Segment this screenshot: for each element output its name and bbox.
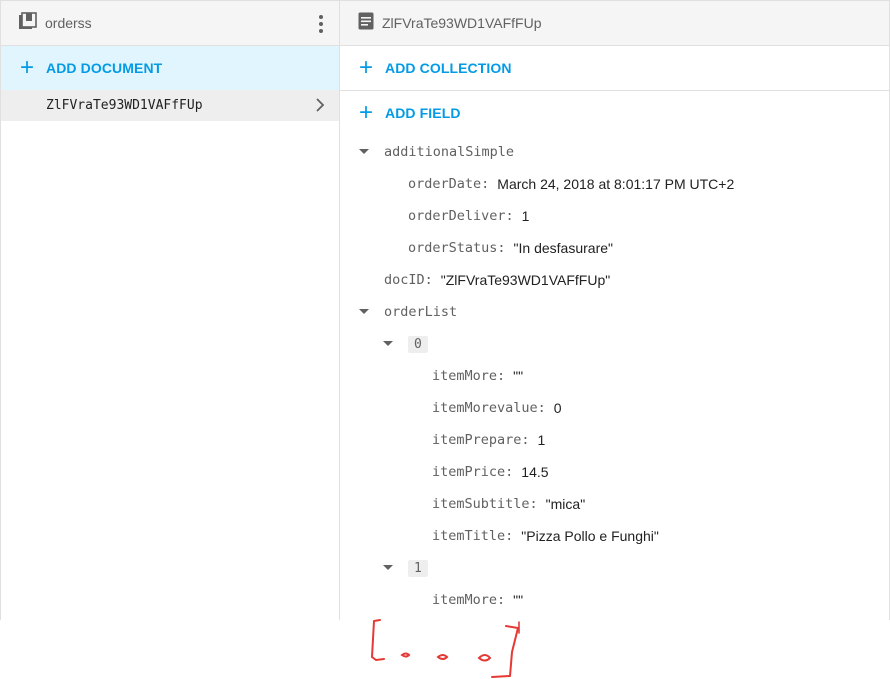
- field-value: 14.5: [521, 464, 549, 480]
- field-key: itemTitle:: [432, 528, 514, 544]
- field-value: 1: [521, 208, 530, 224]
- field-itemSubtitle[interactable]: itemSubtitle: "mica": [432, 493, 585, 515]
- more-vert-icon[interactable]: [315, 15, 327, 33]
- expand-arrow-icon[interactable]: [383, 565, 393, 570]
- field-key: orderDeliver:: [408, 208, 514, 224]
- expand-arrow-icon[interactable]: [359, 309, 369, 314]
- document-list-item[interactable]: ZlFVraTe93WD1VAFfFUp: [1, 90, 339, 121]
- field-docID[interactable]: docID: "ZlFVraTe93WD1VAFfFUp": [384, 269, 610, 291]
- collection-panel: orderss + ADD DOCUMENT ZlFVraTe93WD1VAFf…: [0, 0, 340, 620]
- field-additionalSimple[interactable]: additionalSimple: [384, 141, 514, 163]
- collection-icon: [19, 11, 37, 35]
- field-itemMore[interactable]: itemMore: "": [432, 365, 523, 387]
- field-key: orderStatus:: [408, 240, 506, 256]
- document-title: ZlFVraTe93WD1VAFfFUp: [382, 15, 542, 31]
- field-key: orderDate:: [408, 176, 490, 192]
- field-key: docID:: [384, 272, 433, 288]
- field-value: "In desfasurare": [513, 240, 613, 256]
- document-id-label: ZlFVraTe93WD1VAFfFUp: [46, 98, 203, 113]
- field-itemMore[interactable]: itemMore: "": [432, 589, 523, 611]
- field-key: itemPrice:: [432, 464, 514, 480]
- add-collection-button[interactable]: + ADD COLLECTION: [340, 46, 889, 91]
- field-orderList[interactable]: orderList: [384, 301, 457, 323]
- add-icon: +: [19, 54, 34, 81]
- field-key: itemMore:: [432, 592, 506, 608]
- field-value: March 24, 2018 at 8:01:17 PM UTC+2: [497, 176, 735, 192]
- expand-arrow-icon[interactable]: [383, 341, 393, 346]
- field-value: "Pizza Pollo e Funghi": [521, 528, 659, 544]
- document-header: ZlFVraTe93WD1VAFfFUp: [340, 0, 889, 46]
- add-document-label: ADD DOCUMENT: [46, 60, 163, 76]
- field-itemMorevalue[interactable]: itemMorevalue: 0: [432, 397, 562, 419]
- collection-header: orderss: [1, 0, 339, 46]
- array-index-1[interactable]: 1: [408, 557, 428, 579]
- field-value: 1: [537, 432, 546, 448]
- add-icon: +: [358, 54, 373, 81]
- chevron-right-icon: [315, 98, 325, 117]
- field-key: itemMorevalue:: [432, 400, 546, 416]
- add-collection-label: ADD COLLECTION: [385, 60, 512, 76]
- field-itemTitle[interactable]: itemTitle: "Pizza Pollo e Funghi": [432, 525, 659, 547]
- field-key: itemPrepare:: [432, 432, 530, 448]
- field-orderDate[interactable]: orderDate: March 24, 2018 at 8:01:17 PM …: [408, 173, 734, 195]
- field-value: "": [513, 592, 524, 608]
- index-badge: 1: [408, 559, 428, 577]
- add-field-button[interactable]: + ADD FIELD: [340, 91, 889, 135]
- field-itemPrice[interactable]: itemPrice: 14.5: [432, 461, 549, 483]
- array-index-0[interactable]: 0: [408, 333, 428, 355]
- field-itemPrepare[interactable]: itemPrepare: 1: [432, 429, 545, 451]
- field-value: "mica": [545, 496, 586, 512]
- add-icon: +: [358, 99, 373, 126]
- add-field-label: ADD FIELD: [385, 105, 461, 121]
- index-badge: 0: [408, 335, 428, 353]
- expand-arrow-icon[interactable]: [359, 149, 369, 154]
- field-key: itemSubtitle:: [432, 496, 538, 512]
- field-key: additionalSimple: [384, 144, 515, 160]
- field-value: 0: [553, 400, 562, 416]
- collection-title: orderss: [45, 15, 92, 31]
- handwritten-annotation: [360, 612, 530, 679]
- field-orderDeliver[interactable]: orderDeliver: 1: [408, 205, 529, 227]
- document-icon: [358, 12, 374, 35]
- add-document-button[interactable]: + ADD DOCUMENT: [1, 46, 339, 90]
- field-value: "": [513, 368, 524, 384]
- field-key: orderList: [384, 304, 458, 320]
- field-orderStatus[interactable]: orderStatus: "In desfasurare": [408, 237, 613, 259]
- document-panel: ZlFVraTe93WD1VAFfFUp + ADD COLLECTION + …: [340, 0, 890, 620]
- field-key: itemMore:: [432, 368, 506, 384]
- field-value: "ZlFVraTe93WD1VAFfFUp": [440, 272, 611, 288]
